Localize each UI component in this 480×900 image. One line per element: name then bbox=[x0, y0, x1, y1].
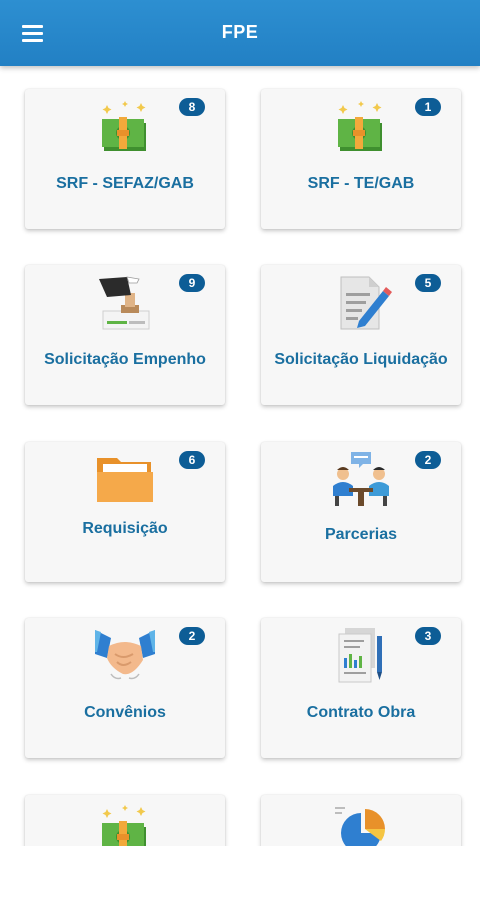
card-srf-sefaz-gab[interactable]: 8 SRF - SEFAZ/GAB bbox=[25, 89, 225, 229]
card-label: Parcerias bbox=[324, 526, 398, 543]
app-bar: FPE bbox=[0, 0, 480, 66]
card-requisicao[interactable]: 6 Requisição bbox=[25, 442, 225, 582]
card-label: Requisição bbox=[82, 520, 168, 537]
card-partial-left[interactable] bbox=[25, 795, 225, 846]
card-label: SRF - TE/GAB bbox=[307, 175, 415, 192]
handshake-icon bbox=[95, 630, 155, 680]
card-grid: 8 SRF - SEFAZ/GAB 1 SRF - TE/GAB 9 Solic… bbox=[0, 66, 480, 846]
card-label: Convênios bbox=[84, 704, 166, 721]
card-contrato-obra[interactable]: 3 Contrato Obra bbox=[261, 618, 461, 758]
count-badge: 5 bbox=[415, 274, 441, 292]
card-label: Solicitação Empenho bbox=[44, 351, 206, 368]
count-badge: 3 bbox=[415, 627, 441, 645]
contract-icon bbox=[338, 628, 382, 683]
count-badge: 8 bbox=[179, 98, 205, 116]
count-badge: 1 bbox=[415, 98, 441, 116]
card-solicitacao-liquidacao[interactable]: 5 Solicitação Liquidação bbox=[261, 265, 461, 405]
money-icon bbox=[102, 101, 146, 151]
pie-chart-icon bbox=[335, 807, 385, 846]
card-label: Solicitação Liquidação bbox=[274, 351, 448, 368]
meeting-icon bbox=[333, 452, 389, 506]
card-srf-te-gab[interactable]: 1 SRF - TE/GAB bbox=[261, 89, 461, 229]
card-parcerias[interactable]: 2 Parcerias bbox=[261, 442, 461, 582]
money-icon bbox=[102, 805, 146, 846]
card-partial-right[interactable] bbox=[261, 795, 461, 846]
money-icon bbox=[338, 101, 382, 151]
folder-icon bbox=[97, 458, 153, 502]
count-badge: 2 bbox=[179, 627, 205, 645]
count-badge: 9 bbox=[179, 274, 205, 292]
card-convenios[interactable]: 2 Convênios bbox=[25, 618, 225, 758]
count-badge: 6 bbox=[179, 451, 205, 469]
bottom-area bbox=[0, 846, 480, 900]
document-pencil-icon bbox=[340, 276, 392, 330]
card-label: Contrato Obra bbox=[306, 704, 416, 721]
card-solicitacao-empenho[interactable]: 9 Solicitação Empenho bbox=[25, 265, 225, 405]
card-label: SRF - SEFAZ/GAB bbox=[56, 175, 194, 192]
app-title: FPE bbox=[221, 22, 259, 42]
count-badge: 2 bbox=[415, 451, 441, 469]
stamp-icon bbox=[99, 276, 150, 330]
